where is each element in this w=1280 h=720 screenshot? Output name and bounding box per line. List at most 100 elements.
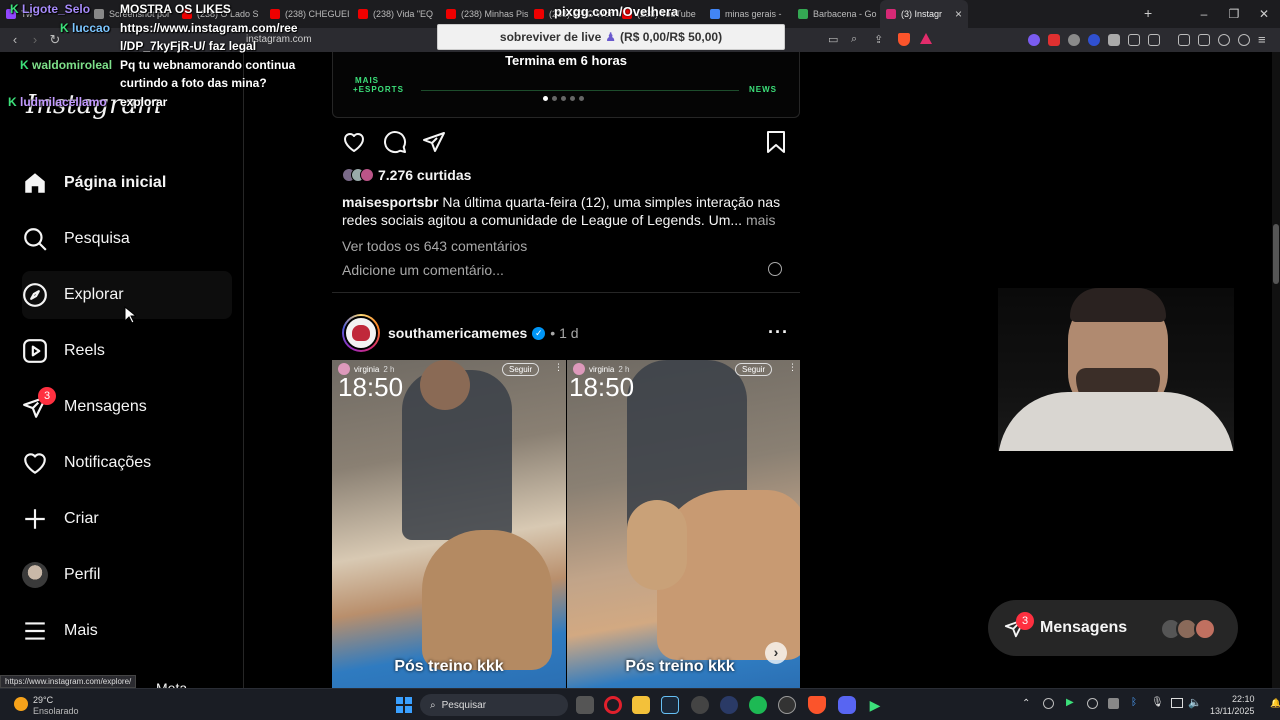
app-icon[interactable]: ▶ [866,696,884,714]
new-tab-button[interactable]: + [1144,5,1152,21]
like-icon[interactable] [342,130,366,154]
nav-label: Criar [64,510,99,527]
sidebar-toggle-icon[interactable] [1178,34,1190,46]
minimize-icon[interactable]: – [1188,0,1220,28]
weather-icon[interactable] [14,697,28,711]
view-comments-link[interactable]: Ver todos os 643 comentários [342,237,527,255]
forward-icon[interactable]: › [26,31,44,49]
tray-icon[interactable]: ▶ [1066,697,1074,708]
extension-icon[interactable] [1028,34,1040,46]
taskbar-search[interactable]: ⌕ Pesquisar [420,694,568,716]
nav-messages[interactable]: 3 Mensagens [22,383,232,431]
puzzle-icon[interactable] [1128,34,1140,46]
emoji-icon[interactable] [768,262,782,276]
weather-desc[interactable]: Ensolarado [33,706,79,716]
post-image-left[interactable]: virginia 2 h Seguir ⋮ 18:50 Pós treino k… [332,360,566,688]
browser-tab[interactable]: (238) Vida "EQ [352,0,440,28]
extension-icon[interactable] [1068,34,1080,46]
post-author: southamericamemes ✓ • 1 d [388,324,579,342]
volume-icon[interactable]: 🔈 [1188,696,1202,709]
nav-profile[interactable]: Perfil [22,551,232,599]
comment-icon[interactable] [383,130,407,154]
promo-news: NEWS [749,85,777,94]
nav-home[interactable]: Página inicial [22,159,232,207]
messages-label: Mensagens [1040,619,1128,636]
app-icon[interactable] [778,696,796,714]
extension-icon[interactable] [1108,34,1120,46]
tray-icon[interactable] [1043,698,1054,709]
brave-rewards-icon[interactable] [920,33,932,44]
mic-icon[interactable]: 🎙 [1151,697,1164,708]
app-icon[interactable] [691,696,709,714]
weather-temp[interactable]: 29°C [33,695,53,705]
share-icon[interactable]: ⇪ [874,33,883,46]
explorer-icon[interactable] [632,696,650,714]
tray-icon[interactable] [1087,698,1098,709]
zoom-icon[interactable]: ⌕ [851,33,857,46]
tray-icon[interactable] [1108,698,1119,709]
promo-brand: +ESPORTS [353,85,404,94]
network-icon[interactable] [1171,698,1183,708]
nav-create[interactable]: Criar [22,495,232,543]
share-post-icon[interactable] [422,130,446,154]
carousel-next-button[interactable]: › [765,642,787,664]
caption-username[interactable]: maisesportsbr [342,194,438,210]
wallet-icon[interactable] [1198,34,1210,46]
extension-icon[interactable] [1088,34,1100,46]
extension-icon[interactable] [1048,34,1060,46]
messages-floating-bar[interactable]: 3 Mensagens [988,600,1238,656]
nav-search[interactable]: Pesquisa [22,215,232,263]
cast-icon[interactable]: ▭ [828,33,838,46]
browser-tab[interactable]: (3) Instagr × [880,0,968,28]
post-avatar[interactable] [342,314,380,352]
leo-icon[interactable] [1218,34,1230,46]
nav-reels[interactable]: Reels [22,327,232,375]
like-count[interactable]: 7.276 curtidas [378,166,471,184]
heart-icon [24,453,46,474]
vpn-icon[interactable] [1238,34,1250,46]
nav-notifications[interactable]: Notificações [22,439,232,487]
restore-icon[interactable]: ❐ [1218,0,1250,28]
comment-input[interactable] [342,261,762,279]
post-time: • 1 d [550,325,579,341]
spotify-icon[interactable] [749,696,767,714]
app-icon[interactable] [720,696,738,714]
pix-title: pixgg.com/Ovelhera [554,4,679,19]
scrollbar-thumb[interactable] [1273,224,1279,284]
brave-icon[interactable] [808,696,826,714]
story-caption: Pós treino kkk [625,658,735,675]
steam-icon[interactable] [661,696,679,714]
chat-message: K ludmilacellamo [8,95,107,109]
carousel-dots [543,96,584,101]
brave-shield-icon[interactable] [898,33,910,46]
post-divider [332,292,800,293]
caption-more-link[interactable]: mais [746,212,776,228]
post-username[interactable]: southamericamemes [388,324,527,342]
opera-icon[interactable] [604,696,622,714]
tab-label: minas gerais - [725,9,782,19]
discord-icon[interactable] [838,696,856,714]
nav-label: Mensagens [64,398,147,415]
chevron-up-icon[interactable]: ⌃ [1022,698,1030,709]
back-icon[interactable]: ‹ [6,31,24,49]
task-view-icon[interactable] [576,696,594,714]
status-url: https://www.instagram.com/explore/ [0,675,137,688]
bluetooth-icon[interactable]: ᛒ [1131,697,1137,708]
notification-bell-icon[interactable]: 🔔 [1270,698,1280,709]
browser-menu-icon[interactable]: ≡ [1258,32,1266,47]
clock-date[interactable]: 13/11/2025 [1210,706,1254,716]
close-tab-icon[interactable]: × [955,7,962,21]
save-icon[interactable] [765,130,787,154]
nav-more[interactable]: Mais [22,607,232,655]
start-icon[interactable] [396,697,412,713]
post-options-icon[interactable]: ··· [768,322,789,343]
clock-time[interactable]: 22:10 [1232,694,1255,704]
tab-favicon-icon [446,9,456,19]
extension-icon[interactable] [1148,34,1160,46]
story-follow: Seguir [502,363,540,376]
close-window-icon[interactable]: ✕ [1248,0,1280,28]
page-scrollbar[interactable] [1272,52,1280,688]
nav-label: Mais [64,622,98,639]
post-image-right[interactable]: virginia 2 h Seguir ⋮ 18:50 Pós treino k… [567,360,800,688]
browser-tab[interactable]: Barbacena - Go [792,0,880,28]
